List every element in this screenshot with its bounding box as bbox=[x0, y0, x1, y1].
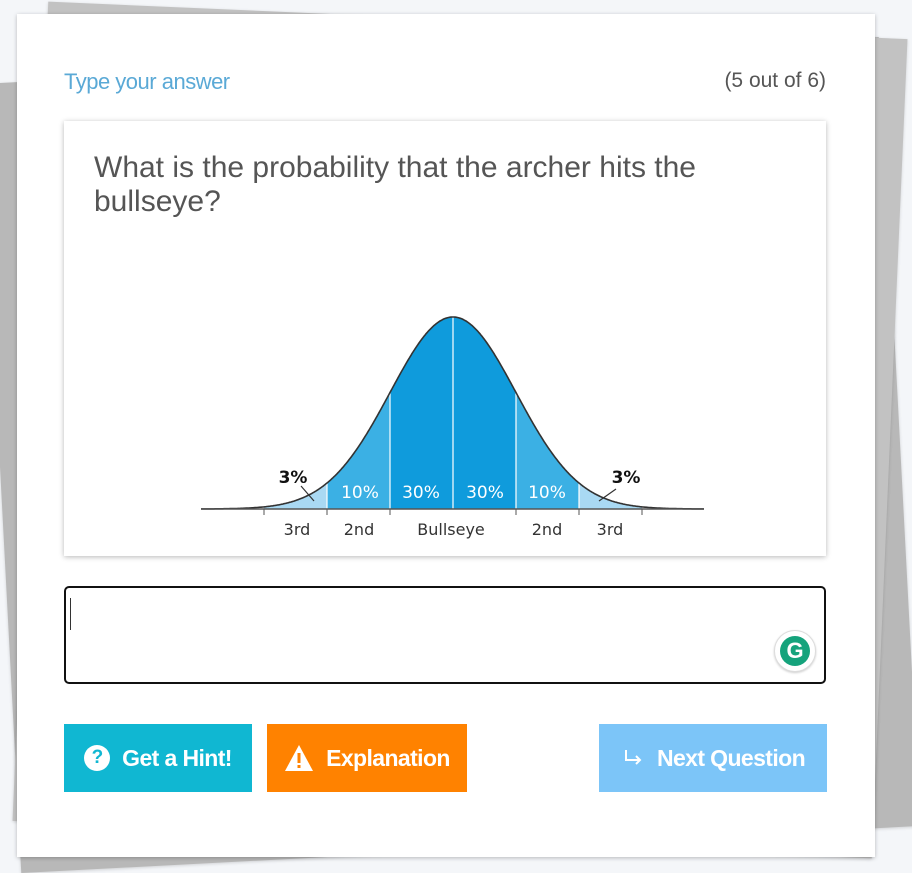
zone-label: 3rd bbox=[284, 520, 311, 539]
text-caret bbox=[70, 598, 71, 630]
curve-segment bbox=[453, 317, 516, 509]
percent-label: 30% bbox=[402, 483, 440, 503]
explanation-button[interactable]: Explanation bbox=[267, 724, 467, 792]
warning-icon bbox=[285, 745, 314, 771]
question-card: Type your answer (5 out of 6) What is th… bbox=[17, 14, 875, 857]
question-type-label: Type your answer bbox=[64, 69, 230, 94]
curve-segment bbox=[390, 317, 453, 509]
bell-curve-chart: 3% 10% 30% 30% 10% 3% 3rd 2nd Bullseye 2nd 3rd bbox=[201, 316, 704, 539]
question-mark-icon: ? bbox=[84, 745, 111, 771]
percent-label: 10% bbox=[528, 483, 566, 503]
grammarly-icon[interactable]: G bbox=[774, 630, 816, 672]
next-question-button[interactable]: Next Question bbox=[599, 724, 827, 792]
hint-button-label: Get a Hint! bbox=[122, 744, 232, 771]
grammarly-g-icon: G bbox=[780, 636, 810, 666]
zone-label: 2nd bbox=[344, 520, 374, 539]
explanation-button-label: Explanation bbox=[326, 744, 450, 771]
zone-label: 3rd bbox=[597, 520, 624, 539]
percent-label: 30% bbox=[466, 483, 504, 503]
question-counter: (5 out of 6) bbox=[724, 69, 826, 92]
percent-label: 3% bbox=[612, 468, 641, 488]
zone-label: 2nd bbox=[532, 520, 562, 539]
zone-label: Bullseye bbox=[417, 520, 485, 539]
percent-label: 3% bbox=[279, 468, 308, 488]
answer-input[interactable]: G bbox=[64, 586, 826, 684]
question-box: What is the probability that the archer … bbox=[64, 121, 826, 556]
hint-button[interactable]: ? Get a Hint! bbox=[64, 724, 252, 792]
next-question-button-label: Next Question bbox=[656, 744, 806, 771]
return-arrow-icon bbox=[624, 750, 642, 765]
percent-label: 10% bbox=[341, 483, 379, 503]
